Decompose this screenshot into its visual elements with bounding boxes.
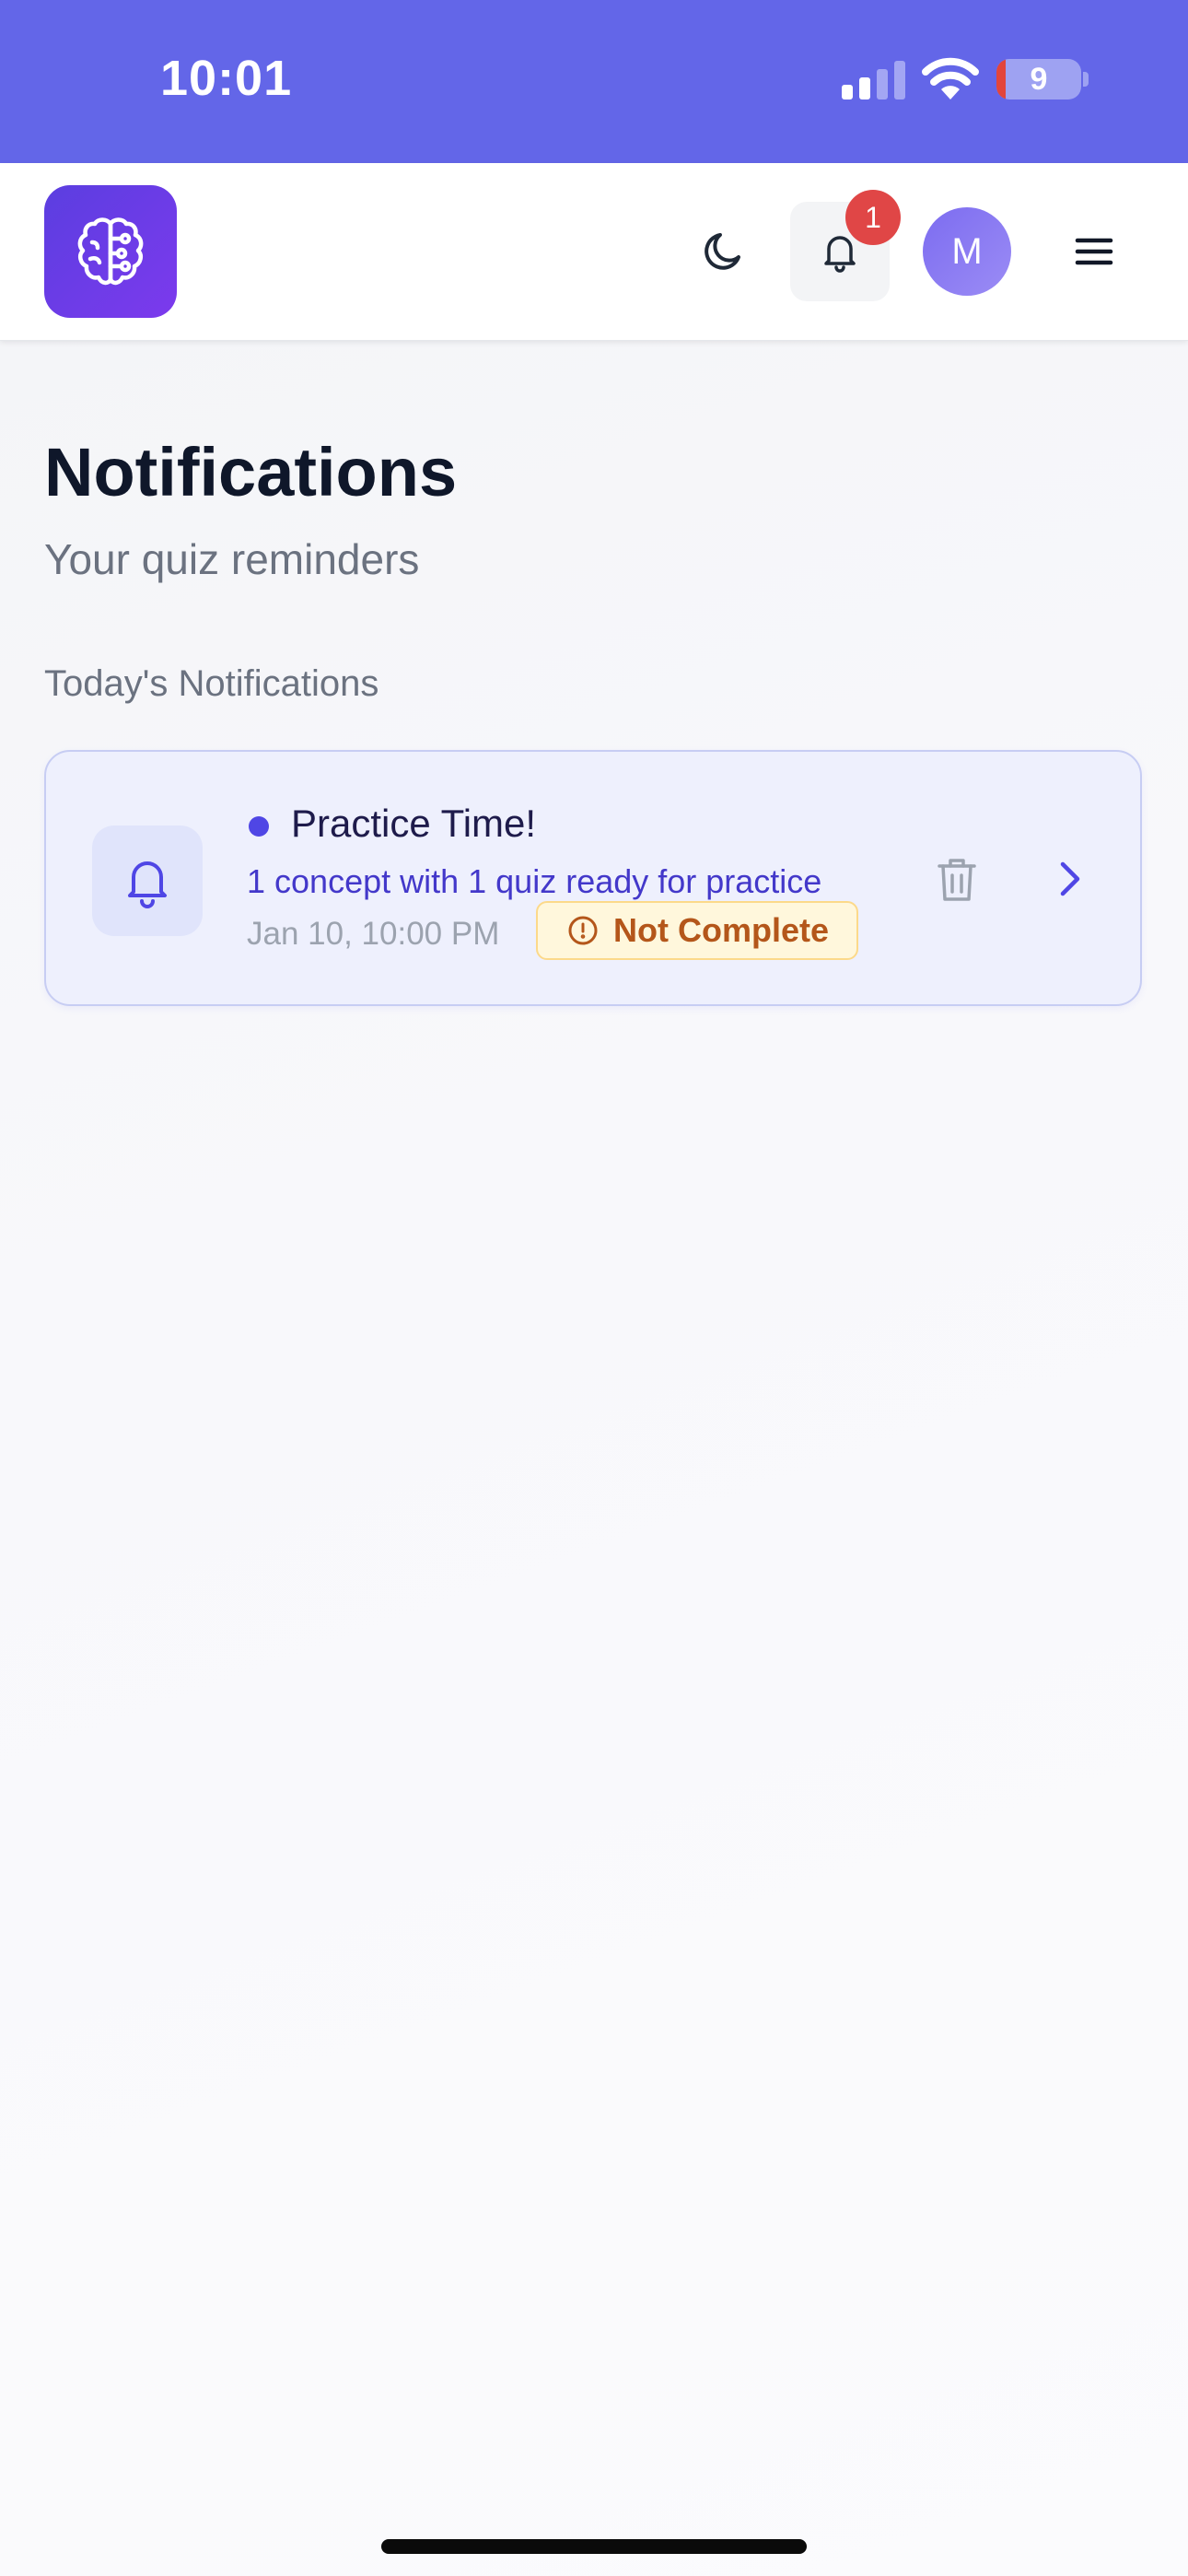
- notification-icon-container: [92, 825, 203, 936]
- alert-circle-icon: [568, 916, 598, 945]
- notification-message: 1 concept with 1 quiz ready for practice: [247, 862, 822, 900]
- unread-indicator: [249, 816, 269, 837]
- trash-icon[interactable]: [934, 855, 980, 905]
- battery-indicator: 9: [996, 59, 1081, 100]
- page-subtitle: Your quiz reminders: [44, 535, 420, 583]
- page-title: Notifications: [44, 434, 458, 510]
- status-bar: 10:01 9: [0, 0, 1188, 163]
- user-avatar[interactable]: M: [923, 207, 1011, 296]
- brain-circuit-icon: [77, 217, 144, 286]
- moon-icon[interactable]: [698, 226, 750, 277]
- notification-count-badge: 1: [845, 190, 901, 245]
- status-time: 10:01: [160, 51, 293, 106]
- wifi-icon: [922, 57, 979, 100]
- battery-cap: [1083, 72, 1089, 87]
- notification-title: Practice Time!: [291, 802, 537, 845]
- hamburger-menu-icon[interactable]: [1070, 228, 1118, 275]
- app-logo[interactable]: [44, 185, 177, 318]
- battery-level-text: 9: [1030, 62, 1048, 97]
- notification-card[interactable]: Practice Time! 1 concept with 1 quiz rea…: [44, 750, 1142, 1006]
- chevron-right-icon[interactable]: [1048, 853, 1092, 905]
- cellular-signal-icon: [842, 61, 905, 100]
- home-indicator: [381, 2539, 807, 2554]
- app-header: 1 M: [0, 163, 1188, 341]
- notification-time: Jan 10, 10:00 PM: [247, 916, 500, 952]
- status-badge: Not Complete: [536, 901, 858, 960]
- bell-icon: [128, 861, 167, 908]
- section-label: Today's Notifications: [44, 663, 379, 704]
- status-text: Not Complete: [613, 911, 829, 949]
